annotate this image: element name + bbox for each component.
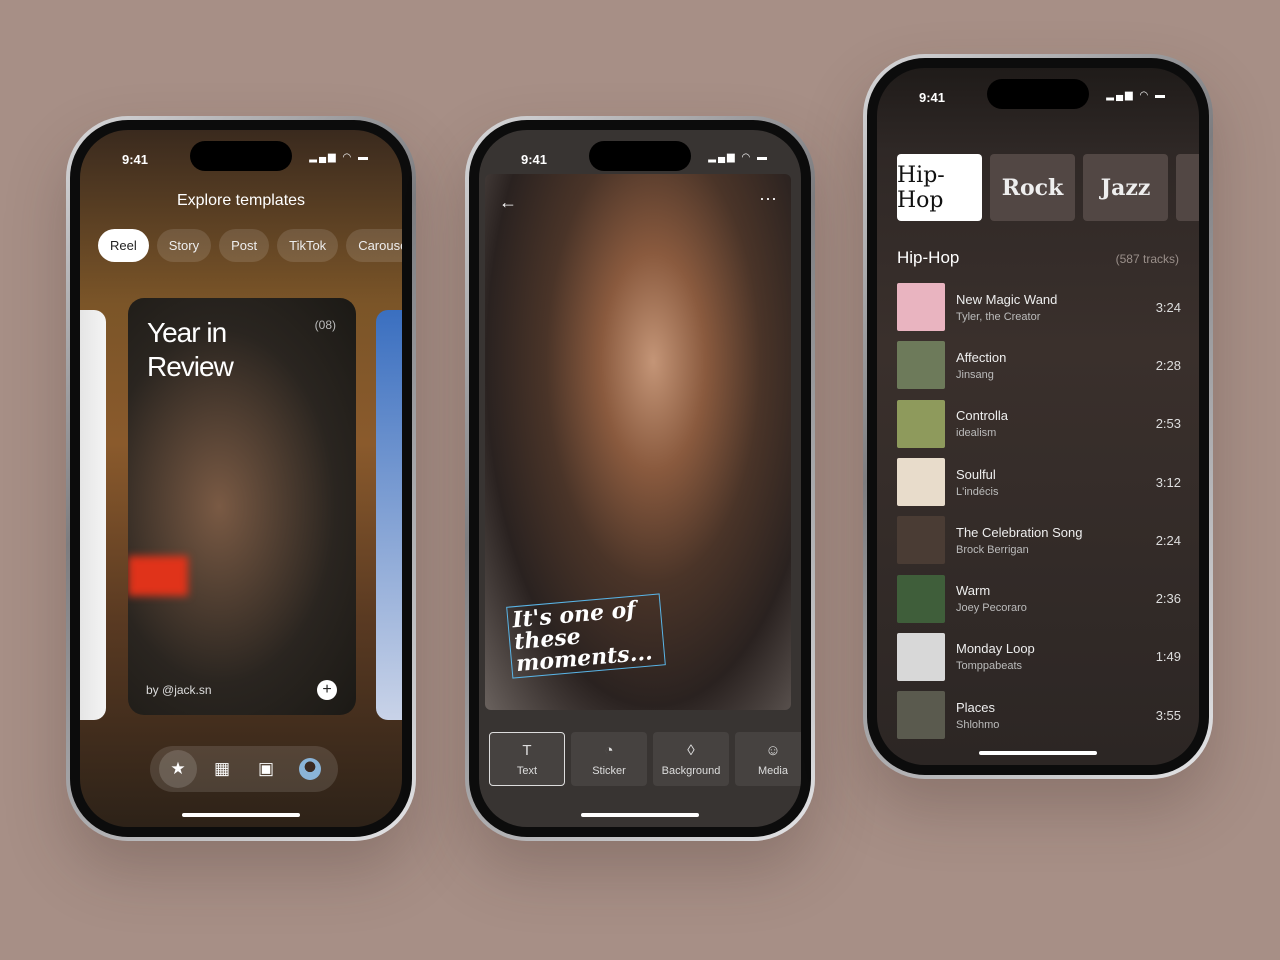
home-indicator: [182, 813, 300, 817]
track-duration: 2:24: [1155, 532, 1181, 548]
text-icon: T: [522, 741, 532, 759]
dynamic-island: [190, 141, 292, 171]
tab-carousel[interactable]: Carousel: [346, 229, 402, 262]
status-time: 9:41: [919, 90, 946, 105]
star-icon[interactable]: ★: [159, 750, 197, 788]
prev-template-card[interactable]: [80, 310, 106, 720]
track-row[interactable]: Places Shlohmo 3:55: [897, 686, 1181, 744]
drop-icon: ◊: [687, 741, 695, 759]
bottom-nav: ★ ▦ ▣: [150, 746, 338, 792]
home-indicator: [979, 751, 1097, 755]
template-tabs: Reel Story Post TikTok Carousel: [98, 229, 402, 262]
text-sticker[interactable]: It's one of these moments...: [506, 593, 666, 679]
phone-editor: 9:41 ▂▄▆ ◠ ▬ ← ··· It's one of these mom…: [465, 116, 815, 841]
track-artist: Tomppabeats: [956, 660, 1023, 673]
album-art: [897, 341, 945, 390]
list-title: Hip-Hop: [897, 248, 960, 267]
track-title: Controlla: [956, 408, 1009, 424]
track-list: New Magic Wand Tyler, the Creator 3:24 A…: [897, 278, 1181, 744]
album-art: [897, 283, 945, 332]
template-card[interactable]: Year in Review (08) by @jack.sn +: [128, 298, 356, 715]
card-image: [128, 556, 188, 596]
genre-hiphop[interactable]: Hip-Hop: [897, 154, 982, 221]
album-art: [897, 574, 945, 623]
media-icon: ☺: [765, 741, 781, 759]
track-count: (587 tracks): [1115, 252, 1179, 266]
tool-text[interactable]: T Text: [489, 732, 565, 786]
genre-selector: Hip-Hop Rock Jazz: [897, 154, 1199, 221]
dynamic-island: [589, 141, 691, 171]
next-template-card[interactable]: [376, 310, 402, 720]
page-title: Explore templates: [176, 192, 306, 209]
status-icons: ▂▄▆ ◠ ▬: [1106, 90, 1167, 101]
status-icons: ▂▄▆ ◠ ▬: [708, 152, 769, 163]
track-artist: Jinsang: [956, 368, 994, 381]
track-artist: idealism: [956, 427, 997, 440]
tab-story[interactable]: Story: [156, 229, 212, 262]
back-arrow-icon[interactable]: ←: [499, 192, 517, 213]
phone-music: 9:41 ▂▄▆ ◠ ▬ Hip-Hop Rock Jazz Hip-Hop (…: [863, 54, 1213, 779]
calendar-icon[interactable]: ▣: [247, 750, 285, 788]
tool-media[interactable]: ☺ Media: [735, 732, 801, 786]
track-duration: 1:49: [1155, 649, 1181, 665]
tool-background[interactable]: ◊ Background: [653, 732, 729, 786]
track-title: Affection: [956, 349, 1007, 365]
track-row[interactable]: Affection Jinsang 2:28: [897, 336, 1181, 394]
tab-tiktok[interactable]: TikTok: [277, 229, 339, 262]
grid-icon[interactable]: ▦: [203, 750, 241, 788]
card-count: (08): [314, 318, 336, 332]
add-icon[interactable]: +: [317, 680, 337, 700]
more-icon[interactable]: ···: [759, 188, 777, 209]
sticker-icon: ◔: [604, 741, 614, 759]
track-duration: 2:53: [1155, 416, 1181, 432]
track-artist: L'indécis: [956, 485, 999, 498]
track-row[interactable]: Warm Joey Pecoraro 2:36: [897, 569, 1181, 627]
track-row[interactable]: Monday Loop Tomppabeats 1:49: [897, 628, 1181, 686]
track-duration: 2:28: [1155, 357, 1181, 373]
status-time: 9:41: [122, 152, 149, 167]
album-art: [897, 516, 945, 565]
track-artist: Tyler, the Creator: [956, 310, 1041, 323]
card-author: by @jack.sn: [146, 683, 212, 697]
album-art: [897, 458, 945, 507]
track-row[interactable]: New Magic Wand Tyler, the Creator 3:24: [897, 278, 1181, 336]
home-indicator: [581, 813, 699, 817]
tab-post[interactable]: Post: [219, 229, 270, 262]
track-title: Monday Loop: [956, 641, 1035, 657]
track-artist: Brock Berrigan: [956, 543, 1029, 556]
track-row[interactable]: Soulful L'indécis 3:12: [897, 453, 1181, 511]
genre-more[interactable]: [1176, 154, 1199, 221]
tool-sticker[interactable]: ◔ Sticker: [571, 732, 647, 786]
track-title: Warm: [956, 583, 991, 599]
phone-templates: 9:41 ▂▄▆ ◠ ▬ Explore templates Reel Stor…: [66, 116, 416, 841]
track-artist: Joey Pecoraro: [956, 602, 1027, 615]
list-header: Hip-Hop (587 tracks): [897, 248, 1179, 268]
album-art: [897, 632, 945, 681]
track-title: New Magic Wand: [956, 291, 1058, 307]
genre-jazz[interactable]: Jazz: [1083, 154, 1168, 221]
track-title: Soulful: [956, 466, 996, 482]
status-time: 9:41: [521, 152, 548, 167]
card-title: Year in Review: [147, 317, 234, 382]
tab-reel[interactable]: Reel: [98, 229, 149, 262]
album-art: [897, 691, 945, 740]
track-duration: 3:24: [1155, 299, 1181, 315]
track-row[interactable]: The Celebration Song Brock Berrigan 2:24: [897, 511, 1181, 569]
editor-toolbar: T Text ◔ Sticker ◊ Background ☺ Media: [489, 732, 801, 786]
avatar[interactable]: [291, 750, 329, 788]
track-duration: 2:36: [1155, 591, 1181, 607]
track-duration: 3:12: [1155, 474, 1181, 490]
status-icons: ▂▄▆ ◠ ▬: [309, 152, 370, 163]
track-artist: Shlohmo: [956, 718, 1000, 731]
track-duration: 3:55: [1155, 707, 1181, 723]
genre-rock[interactable]: Rock: [990, 154, 1075, 221]
track-row[interactable]: Controlla idealism 2:53: [897, 395, 1181, 453]
dynamic-island: [987, 79, 1089, 109]
track-title: The Celebration Song: [956, 524, 1083, 540]
track-title: Places: [956, 699, 996, 715]
album-art: [897, 399, 945, 448]
